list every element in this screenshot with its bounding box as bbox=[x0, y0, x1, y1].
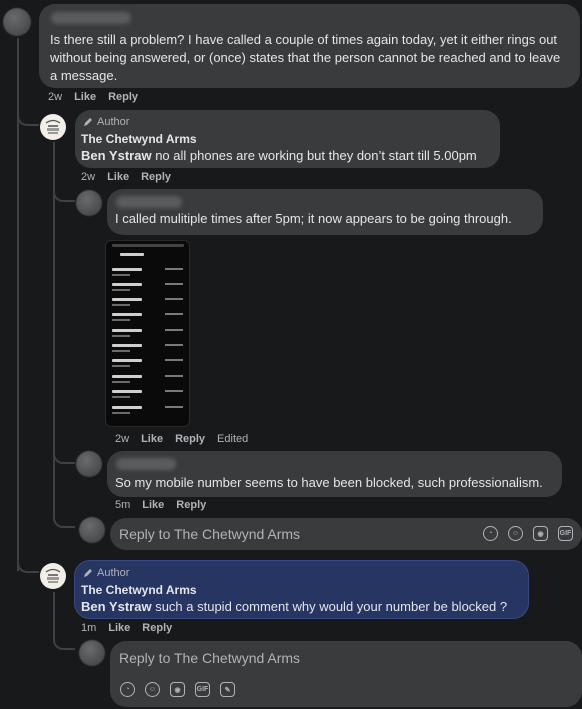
comment-bubble: Is there still a problem? I have called … bbox=[39, 4, 580, 88]
comment-actions: 2w Like Reply bbox=[48, 91, 138, 103]
thread-connector bbox=[17, 555, 39, 573]
edited-label[interactable]: Edited bbox=[217, 433, 248, 445]
comment-actions: 5m Like Reply bbox=[115, 499, 206, 511]
avatar-icon[interactable]: ◔ bbox=[120, 682, 135, 697]
commenter-name-redacted[interactable] bbox=[116, 458, 176, 470]
like-button[interactable]: Like bbox=[142, 499, 164, 511]
comment-actions: 2w Like Reply bbox=[81, 171, 171, 183]
author-comment-bubble-highlighted: Author The Chetwynd Arms Ben Ystraw such… bbox=[74, 560, 529, 619]
reply-input-placeholder[interactable]: Reply to The Chetwynd Arms bbox=[119, 650, 300, 666]
current-user-avatar[interactable] bbox=[79, 517, 105, 543]
avatar-icon[interactable]: ◔ bbox=[483, 526, 498, 541]
author-comment-bubble: Author The Chetwynd Arms Ben Ystraw no a… bbox=[75, 110, 500, 168]
comment-time[interactable]: 2w bbox=[115, 433, 129, 445]
reply-button[interactable]: Reply bbox=[141, 171, 171, 183]
pencil-icon bbox=[84, 569, 92, 577]
like-button[interactable]: Like bbox=[141, 433, 163, 445]
page-logo-icon bbox=[41, 564, 65, 588]
mention-link[interactable]: Ben Ystraw bbox=[81, 599, 152, 614]
commenter-name-redacted[interactable] bbox=[116, 196, 182, 208]
reply-toolbar: ◔ ☺ ◉ GIF bbox=[483, 526, 573, 541]
thread-connector bbox=[53, 634, 75, 650]
page-avatar[interactable] bbox=[40, 563, 66, 589]
call-log-row bbox=[112, 404, 183, 424]
comment-text: I called mulitiple times after 5pm; it n… bbox=[115, 211, 512, 226]
like-button[interactable]: Like bbox=[107, 171, 129, 183]
camera-icon[interactable]: ◉ bbox=[533, 526, 548, 541]
comment-text: no all phones are working but they don’t… bbox=[151, 148, 477, 163]
reply-input-box-expanded[interactable]: Reply to The Chetwynd Arms ◔ ☺ ◉ GIF ✎ bbox=[110, 641, 582, 707]
comment-text: such a stupid comment why would your num… bbox=[151, 599, 508, 614]
thread-connector bbox=[53, 186, 75, 202]
commenter-name[interactable]: The Chetwynd Arms bbox=[81, 581, 197, 599]
thread-connector bbox=[17, 108, 39, 126]
reply-button[interactable]: Reply bbox=[175, 433, 205, 445]
comment-time[interactable]: 2w bbox=[48, 91, 62, 103]
commenter-name-redacted[interactable] bbox=[51, 12, 131, 24]
page-logo-icon bbox=[41, 115, 65, 139]
comment-text-line: Ben Ystraw such a stupid comment why wou… bbox=[81, 598, 526, 616]
comment-text: So my mobile number seems to have been b… bbox=[115, 475, 543, 490]
thread-connector bbox=[53, 512, 75, 528]
commenter-avatar[interactable] bbox=[3, 8, 31, 36]
reply-button[interactable]: Reply bbox=[142, 622, 172, 634]
thread-line bbox=[53, 592, 55, 636]
like-button[interactable]: Like bbox=[108, 622, 130, 634]
mention-link[interactable]: Ben Ystraw bbox=[81, 148, 152, 163]
like-button[interactable]: Like bbox=[74, 91, 96, 103]
comment-bubble: So my mobile number seems to have been b… bbox=[107, 451, 562, 497]
call-log-title bbox=[120, 253, 144, 256]
comment-text: Is there still a problem? I have called … bbox=[50, 32, 561, 83]
pencil-icon bbox=[84, 118, 92, 126]
commenter-avatar[interactable] bbox=[76, 190, 102, 216]
camera-icon[interactable]: ◉ bbox=[170, 682, 185, 697]
current-user-avatar[interactable] bbox=[79, 640, 105, 666]
emoji-icon[interactable]: ☺ bbox=[508, 526, 523, 541]
comment-actions: 2w Like Reply Edited bbox=[115, 433, 248, 445]
page-avatar[interactable] bbox=[40, 114, 66, 140]
comment-actions: 1m Like Reply bbox=[81, 622, 172, 634]
thread-connector bbox=[53, 448, 75, 464]
sticker-icon[interactable]: ✎ bbox=[220, 682, 235, 697]
commenter-avatar[interactable] bbox=[76, 451, 102, 477]
author-badge: Author bbox=[83, 116, 129, 128]
comment-text-line: Ben Ystraw no all phones are working but… bbox=[81, 147, 496, 165]
reply-button[interactable]: Reply bbox=[108, 91, 138, 103]
emoji-icon[interactable]: ☺ bbox=[145, 682, 160, 697]
comment-time[interactable]: 2w bbox=[81, 171, 95, 183]
reply-input-placeholder[interactable]: Reply to The Chetwynd Arms bbox=[119, 526, 300, 542]
phone-status-bar bbox=[112, 244, 184, 247]
reply-toolbar: ◔ ☺ ◉ GIF ✎ bbox=[120, 682, 235, 697]
comment-bubble: I called mulitiple times after 5pm; it n… bbox=[107, 189, 543, 235]
call-log-screenshot[interactable] bbox=[105, 240, 190, 427]
gif-icon[interactable]: GIF bbox=[195, 682, 210, 697]
gif-icon[interactable]: GIF bbox=[558, 526, 573, 541]
comment-time[interactable]: 1m bbox=[81, 622, 96, 634]
reply-input-box[interactable]: Reply to The Chetwynd Arms ◔ ☺ ◉ GIF bbox=[110, 518, 582, 550]
reply-button[interactable]: Reply bbox=[176, 499, 206, 511]
comment-time[interactable]: 5m bbox=[115, 499, 130, 511]
commenter-name[interactable]: The Chetwynd Arms bbox=[81, 130, 197, 148]
author-badge: Author bbox=[83, 567, 129, 579]
